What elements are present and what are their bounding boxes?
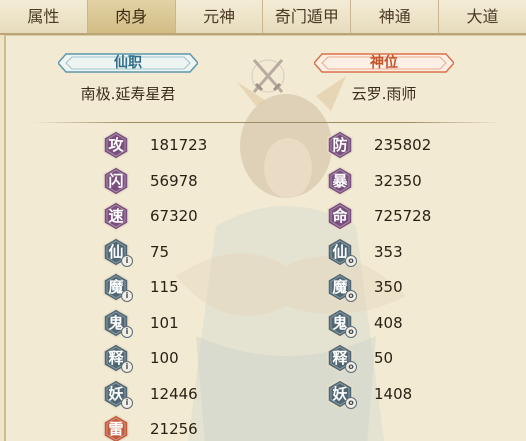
header-divider (32, 122, 502, 123)
stat-hex-icon[interactable]: 释i (102, 343, 133, 373)
stat-value: 235802 (374, 136, 432, 154)
stat-value: 12446 (150, 384, 198, 403)
tab-spirit[interactable]: 元神 (176, 0, 264, 33)
stat-hex-icon[interactable]: 雷 (102, 414, 130, 441)
stat-row: 妖 i 12446 (102, 378, 198, 409)
stat-row: 速 67320 (102, 201, 198, 231)
ring-badge-icon: o (345, 254, 357, 267)
info-badge-icon: i (121, 361, 133, 373)
stat-row: 仙 o 353 (326, 236, 403, 267)
stat-hex-icon[interactable]: 鬼o (326, 307, 357, 338)
office-title: 南极.延寿星君 (80, 85, 176, 103)
tab-attributes[interactable]: 属性 (0, 0, 88, 33)
stat-glyph: 闪 (108, 171, 124, 190)
stat-row: 攻 181723 (102, 130, 207, 160)
stat-glyph: 雷 (108, 420, 124, 438)
stat-value: 50 (374, 349, 394, 367)
stat-hex-icon[interactable]: 攻 (102, 130, 130, 160)
stats-panel: 仙职 南极.延寿星君 神位 云罗.雨师 攻 181723 闪 56978 速 67320 仙… (4, 35, 526, 441)
stat-row: 释 o 50 (326, 343, 393, 373)
stat-value: 67320 (150, 207, 198, 225)
info-badge-icon: i (121, 290, 133, 302)
stat-row: 闪 56978 (102, 165, 198, 196)
stat-value: 350 (374, 278, 403, 296)
stat-hex-icon[interactable]: 鬼i (102, 307, 133, 338)
stat-row: 释 i 100 (102, 343, 179, 373)
stat-row: 鬼 i 101 (102, 307, 179, 338)
office-banner-label: 仙职 (114, 55, 142, 71)
stat-row: 妖 o 1408 (326, 378, 413, 409)
info-badge-icon: i (121, 254, 133, 267)
stat-glyph: 命 (332, 207, 348, 225)
crossed-swords-icon (251, 59, 285, 93)
stat-hex-icon[interactable]: 释o (326, 343, 357, 373)
tab-divine-powers[interactable]: 神通 (351, 0, 440, 33)
stat-row: 仙 i 75 (102, 236, 170, 267)
stat-glyph: 暴 (332, 171, 348, 190)
stat-hex-icon[interactable]: 妖i (102, 378, 133, 409)
stat-value: 101 (150, 313, 179, 332)
stat-value: 408 (374, 313, 403, 332)
stat-hex-icon[interactable]: 仙o (326, 236, 357, 267)
stat-value: 100 (150, 349, 179, 367)
stat-glyph: 速 (108, 207, 124, 225)
office-banner: 仙职 (58, 52, 198, 74)
stat-value: 725728 (374, 207, 432, 225)
stat-hex-icon[interactable]: 速 (102, 201, 130, 231)
stat-value: 32350 (374, 171, 422, 190)
stat-value: 21256 (150, 420, 198, 438)
stat-row: 暴 32350 (326, 165, 422, 196)
stat-row: 雷 21256 (102, 414, 198, 441)
divine-rank-title: 云罗.雨师 (351, 85, 417, 103)
tab-body[interactable]: 肉身 (87, 0, 176, 33)
stat-row: 魔 i 115 (102, 272, 179, 302)
info-badge-icon: i (121, 396, 133, 409)
ring-badge-icon: o (345, 361, 357, 373)
stat-hex-icon[interactable]: 命 (326, 201, 354, 231)
ring-badge-icon: o (345, 325, 357, 338)
ring-badge-icon: o (345, 396, 357, 409)
divine-rank-banner-label: 神位 (370, 55, 398, 71)
tab-great-dao[interactable]: 大道 (439, 0, 526, 33)
stat-hex-icon[interactable]: 魔o (326, 272, 357, 302)
stat-value: 1408 (374, 384, 413, 403)
character-stats-window: 属性 肉身 元神 奇门遁甲 神通 大道 仙职 南极.延寿星君 神位 云罗.雨师 … (0, 0, 526, 441)
stat-hex-icon[interactable]: 防 (326, 130, 354, 160)
stat-row: 鬼 o 408 (326, 307, 403, 338)
stat-value: 56978 (150, 171, 198, 190)
stat-value: 353 (374, 242, 403, 261)
stat-hex-icon[interactable]: 魔i (102, 272, 133, 302)
ring-badge-icon: o (345, 290, 357, 302)
tab-bar: 属性 肉身 元神 奇门遁甲 神通 大道 (0, 0, 526, 35)
stat-row: 魔 o 350 (326, 272, 403, 302)
stat-row: 防 235802 (326, 130, 431, 160)
divine-rank-banner: 神位 (314, 52, 454, 74)
stat-glyph: 攻 (108, 136, 124, 154)
stat-value: 75 (150, 242, 170, 261)
stat-hex-icon[interactable]: 仙i (102, 236, 133, 267)
stat-row: 命 725728 (326, 201, 431, 231)
stat-value: 115 (150, 278, 179, 296)
stat-hex-icon[interactable]: 妖o (326, 378, 357, 409)
stat-glyph: 防 (332, 136, 348, 154)
info-badge-icon: i (121, 325, 133, 338)
tab-qimen-dunjia[interactable]: 奇门遁甲 (263, 0, 352, 33)
stat-hex-icon[interactable]: 暴 (326, 165, 354, 196)
stat-hex-icon[interactable]: 闪 (102, 165, 130, 196)
stat-value: 181723 (150, 136, 208, 154)
